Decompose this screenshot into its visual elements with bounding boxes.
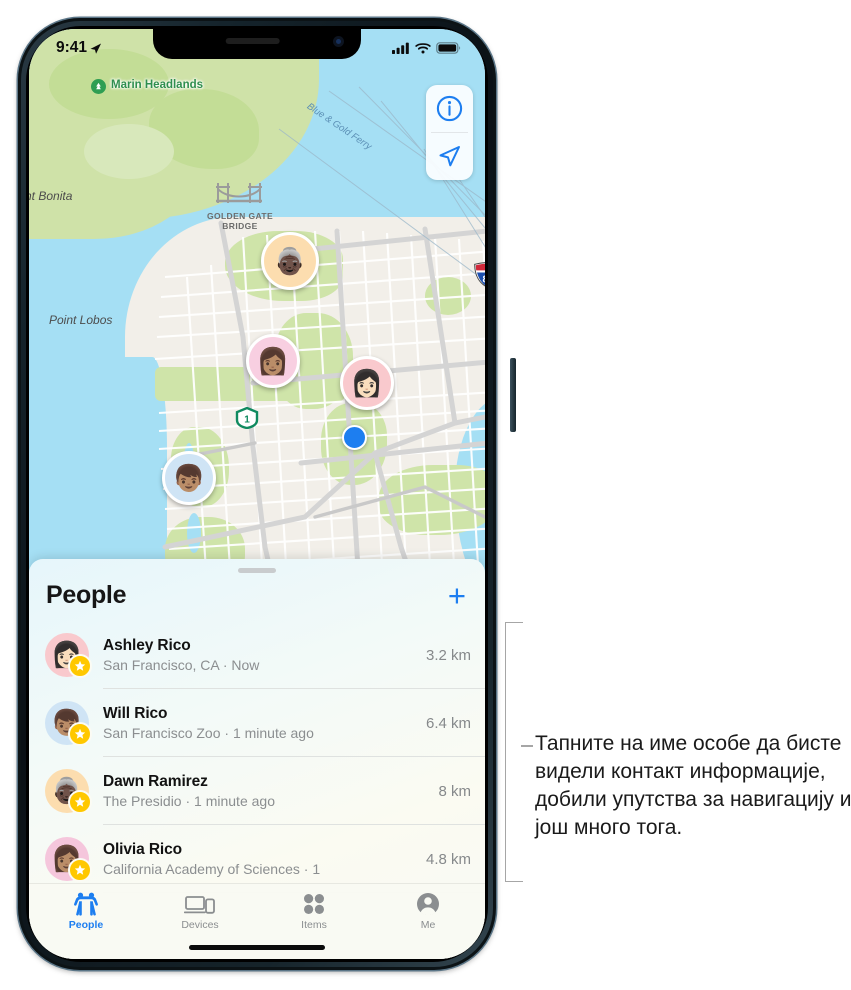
home-indicator[interactable] [189,945,325,950]
callout-tick [521,745,533,747]
map-pin-ashley[interactable]: 👩🏻 [340,356,394,410]
list-item[interactable]: 👦🏽 Will Rico San Francisco Zoo · 1 minut… [29,689,485,757]
map-label-point-bonita: nt Bonita [29,189,73,203]
people-list: 👩🏻 Ashley Rico San Francisco, CA · Now 3… [29,621,485,893]
tab-label: Devices [181,919,219,931]
family-star-badge-icon [68,722,92,746]
tab-devices[interactable]: Devices [143,891,257,931]
devices-icon [184,891,216,916]
wifi-icon [415,43,431,54]
location-arrow-icon [439,146,460,167]
svg-text:80: 80 [482,275,485,286]
tab-items[interactable]: Items [257,891,371,931]
map-pin-olivia[interactable]: 👩🏽 [246,334,300,388]
person-distance: 6.4 km [425,714,471,732]
park-pin-icon [91,79,106,94]
family-star-badge-icon [68,858,92,882]
person-text: Will Rico San Francisco Zoo · 1 minute a… [103,704,418,742]
interstate-80-shield-icon: 80 [474,262,485,287]
tab-label: People [68,919,104,931]
person-text: Ashley Rico San Francisco, CA · Now [103,636,418,674]
tab-people[interactable]: People [29,891,143,931]
avatar: 👵🏿 [45,769,92,814]
items-icon [302,891,326,916]
person-circle-icon [416,891,440,916]
person-name: Dawn Ramirez [103,773,208,791]
list-item[interactable]: 👵🏿 Dawn Ramirez The Presidio · 1 minute … [29,757,485,825]
family-star-badge-icon [68,654,92,678]
person-subtitle: San Francisco Zoo · 1 minute ago [103,724,314,741]
sheet-header: People + [29,559,485,621]
person-text: Dawn Ramirez The Presidio · 1 minute ago [103,772,430,810]
people-sheet: People + 👩🏻 Ashley Rico San Francisco, C… [29,559,485,959]
exit-1-marker-icon: 1 [235,407,259,429]
map-canvas[interactable]: Marin Headlands nt Bonita Point Lobos GO… [29,29,485,599]
location-arrow-icon [90,42,102,54]
map-info-button[interactable] [426,85,473,132]
info-circle-icon [436,95,463,122]
person-subtitle: California Academy of Sciences · 1 [103,860,321,877]
avatar: 👩🏻 [45,633,92,678]
golden-gate-bridge-icon [216,183,262,203]
person-distance: 8 km [438,782,471,800]
tab-label: Items [301,919,327,931]
battery-icon [436,42,461,54]
status-time: 9:41 [56,39,102,57]
status-indicators [392,42,461,54]
avatar: 👦🏽 [45,701,92,746]
callout-bracket [505,622,523,882]
current-location-dot [342,425,367,450]
map-tracking-button[interactable] [426,133,473,180]
people-icon [71,891,101,916]
person-distance: 4.8 km [425,850,471,868]
person-name: Olivia Rico [103,841,183,859]
avatar: 👩🏽 [45,837,92,882]
map-pin-dawn[interactable]: 👵🏿 [261,232,319,290]
list-item[interactable]: 👩🏻 Ashley Rico San Francisco, CA · Now 3… [29,621,485,689]
status-bar: 9:41 [29,29,485,63]
tab-me[interactable]: Me [371,891,485,931]
person-text: Olivia Rico California Academy of Scienc… [103,840,418,878]
map-label-point-lobos: Point Lobos [49,313,113,327]
person-subtitle: San Francisco, CA · Now [103,656,260,673]
callout-text: Тапните на име особе да бисте видели кон… [535,732,851,840]
map-label-ggb-line1: GOLDEN GATE [206,211,274,221]
page-title: People [46,580,127,609]
tab-label: Me [420,919,436,931]
map-label-ggb-line2: BRIDGE [222,221,258,231]
person-name: Will Rico [103,705,168,723]
map-label-marin-headlands: Marin Headlands [111,79,204,91]
person-name: Ashley Rico [103,637,191,655]
cellular-bars-icon [392,42,409,54]
status-time-text: 9:41 [56,39,88,56]
person-subtitle: The Presidio · 1 minute ago [103,792,275,809]
svg-text:1: 1 [244,415,250,426]
family-star-badge-icon [68,790,92,814]
map-controls[interactable] [426,85,473,180]
person-distance: 3.2 km [425,646,471,664]
power-button[interactable] [510,358,516,432]
add-person-button[interactable]: + [446,580,468,611]
phone-screen: Marin Headlands nt Bonita Point Lobos GO… [29,29,485,959]
map-pin-will[interactable]: 👦🏽 [162,451,216,505]
